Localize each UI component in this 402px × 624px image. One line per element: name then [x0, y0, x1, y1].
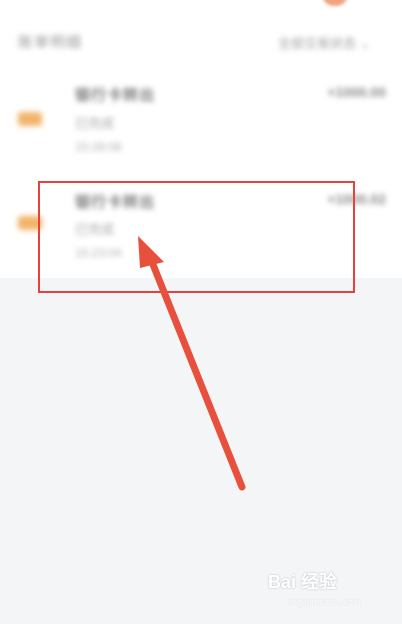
- annotation-arrow-icon: [138, 236, 246, 491]
- watermark-url: jingyan.baidu.com: [288, 597, 361, 607]
- baidu-jingyan-watermark: Bai 经验: [268, 568, 337, 594]
- watermark-brand: Bai 经验: [268, 572, 338, 592]
